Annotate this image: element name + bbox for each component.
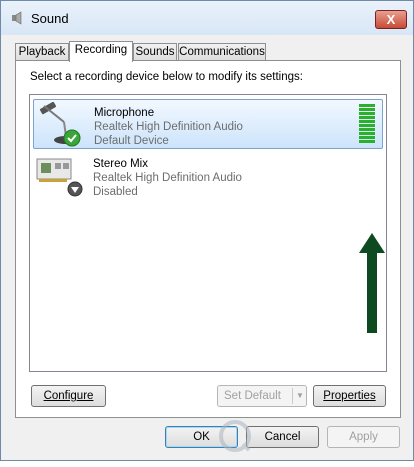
device-driver: Realtek High Definition Audio: [93, 172, 242, 184]
tab-communications[interactable]: Communications: [178, 43, 266, 61]
level-bar: [359, 108, 375, 111]
level-bar: [359, 128, 375, 131]
cancel-label: Cancel: [264, 431, 301, 443]
split-divider: [292, 388, 293, 404]
device-list[interactable]: Microphone Realtek High Definition Audio…: [29, 94, 387, 372]
apply-label: Apply: [349, 431, 378, 443]
device-name: Stereo Mix: [93, 158, 148, 170]
tab-sounds[interactable]: Sounds: [133, 43, 177, 61]
properties-button[interactable]: Properties: [313, 385, 386, 407]
tab-playback[interactable]: Playback: [15, 43, 69, 61]
microphone-icon: [39, 102, 81, 147]
device-driver: Realtek High Definition Audio: [94, 121, 243, 133]
window-title: Sound: [31, 11, 69, 26]
configure-button[interactable]: Configure: [31, 385, 106, 407]
device-stereo-mix[interactable]: Stereo Mix Realtek High Definition Audio…: [33, 151, 381, 199]
annotation-arrow-icon: [359, 233, 385, 333]
properties-label: Properties: [323, 390, 376, 402]
cancel-button[interactable]: Cancel: [246, 426, 319, 448]
level-bar: [359, 124, 375, 127]
close-button[interactable]: X: [375, 10, 407, 29]
device-status: Disabled: [93, 186, 138, 198]
ok-button[interactable]: OK: [165, 426, 238, 448]
level-bar: [359, 136, 375, 139]
set-default-label: Set Default: [224, 390, 281, 402]
level-bar: [359, 104, 375, 107]
device-microphone[interactable]: Microphone Realtek High Definition Audio…: [33, 99, 383, 149]
close-icon: X: [386, 12, 396, 27]
level-bar: [359, 132, 375, 135]
level-bar: [359, 116, 375, 119]
level-bar: [359, 120, 375, 123]
level-meter: [358, 104, 376, 144]
level-bar: [359, 140, 375, 143]
title-bar: Sound X: [1, 1, 413, 35]
chevron-down-icon[interactable]: ▼: [294, 386, 306, 406]
device-status: Default Device: [94, 135, 169, 147]
green-check-icon: [63, 129, 81, 147]
level-bar: [359, 112, 375, 115]
sound-card-icon: [36, 158, 83, 197]
speaker-icon: [12, 11, 22, 25]
tab-recording[interactable]: Recording: [69, 41, 133, 62]
ok-label: OK: [193, 431, 210, 443]
recording-panel: Select a recording device below to modif…: [15, 60, 401, 418]
device-name: Microphone: [94, 107, 155, 119]
instruction-text: Select a recording device below to modif…: [30, 71, 303, 83]
sound-dialog: Sound X Playback Recording Sounds Commun…: [0, 0, 414, 461]
set-default-button[interactable]: Set Default ▼: [217, 385, 307, 407]
apply-button[interactable]: Apply: [327, 426, 400, 448]
configure-label: Configure: [43, 390, 94, 402]
